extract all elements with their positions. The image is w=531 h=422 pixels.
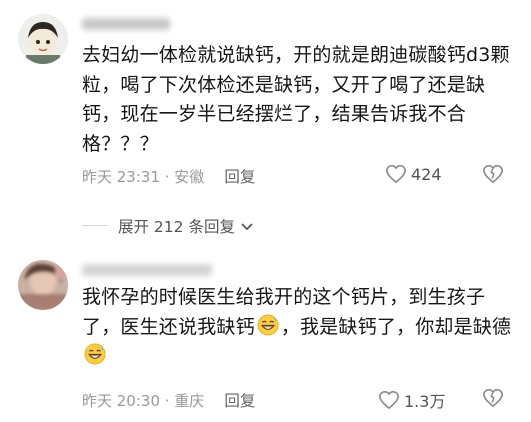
comment-item: 我怀孕的时候医生给我开的这个钙片，到生孩子了，医生还说我缺钙 ，我是缺钙了，你却… bbox=[0, 250, 531, 422]
heart-outline-icon bbox=[379, 390, 399, 410]
comment-time-location: 昨天 20:30 · 重庆 bbox=[82, 391, 205, 410]
comment-text-part: ，我是缺钙了，你却是缺德 bbox=[280, 315, 512, 338]
comment-item: 去妇幼一体检就说缺钙，开的就是朗迪碳酸钙d3颗粒，喝了下次体检还是缺钙，又开了喝… bbox=[0, 0, 531, 200]
avatar[interactable] bbox=[18, 14, 68, 64]
chevron-down-icon bbox=[241, 223, 253, 231]
avatar-image bbox=[18, 14, 68, 64]
username-blurred[interactable] bbox=[82, 264, 212, 276]
heart-outline-icon bbox=[386, 164, 406, 184]
like-button[interactable]: 424 bbox=[385, 164, 442, 184]
comment-meta: 昨天 20:30 · 重庆 回复 bbox=[82, 389, 255, 411]
comment-text: 去妇幼一体检就说缺钙，开的就是朗迪碳酸钙d3颗粒，喝了下次体检还是缺钙，又开了喝… bbox=[82, 44, 510, 155]
comment-meta: 昨天 23:31 · 安徽 回复 bbox=[82, 165, 255, 187]
dislike-button[interactable] bbox=[482, 388, 504, 412]
reply-button[interactable]: 回复 bbox=[224, 165, 255, 187]
reply-button[interactable]: 回复 bbox=[224, 389, 255, 411]
expand-divider bbox=[82, 225, 108, 226]
comment-text: 我怀孕的时候医生给我开的这个钙片，到生孩子了，医生还说我缺钙 ，我是缺钙了，你却… bbox=[82, 283, 513, 372]
like-count: 1.3万 bbox=[404, 392, 446, 411]
broken-heart-icon bbox=[483, 164, 503, 184]
avatar[interactable] bbox=[18, 260, 68, 310]
comment-time-location: 昨天 23:31 · 安徽 bbox=[82, 167, 205, 186]
avatar-image bbox=[18, 260, 68, 310]
username-blurred[interactable] bbox=[82, 18, 170, 30]
grinning-sweat-emoji-icon bbox=[84, 343, 106, 365]
grinning-sweat-emoji-icon bbox=[257, 314, 279, 335]
like-count: 424 bbox=[411, 164, 442, 184]
expand-replies-label: 展开 212 条回复 bbox=[118, 218, 235, 236]
broken-heart-icon bbox=[483, 388, 503, 408]
dislike-button[interactable] bbox=[482, 164, 504, 188]
expand-replies-button[interactable]: 展开 212 条回复 bbox=[118, 215, 255, 237]
like-button[interactable]: 1.3万 bbox=[378, 388, 445, 412]
